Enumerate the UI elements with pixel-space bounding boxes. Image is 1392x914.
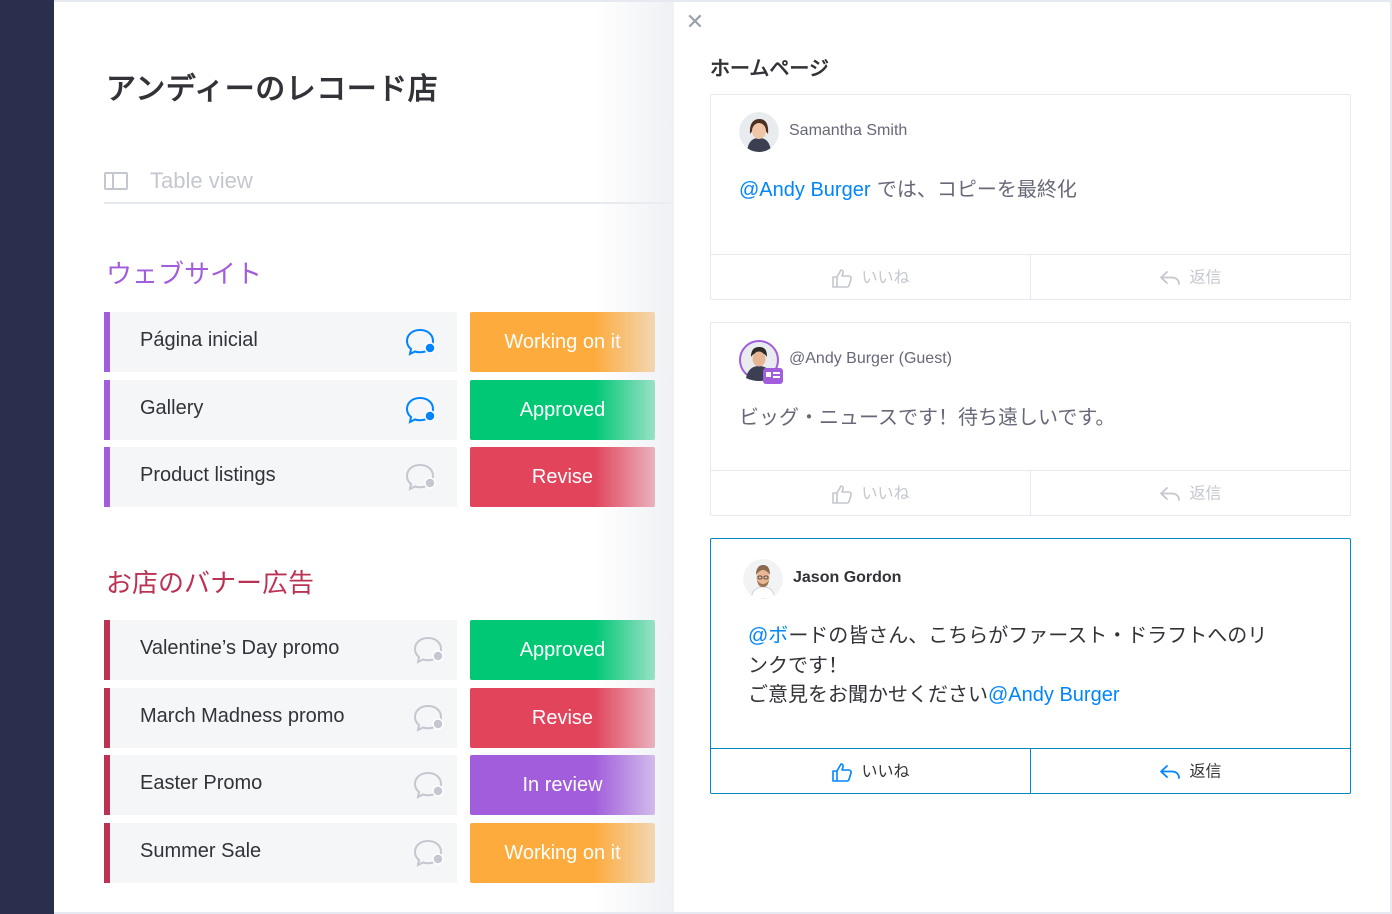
table-row[interactable]: Summer Sale Working on it bbox=[104, 822, 660, 883]
reply-button[interactable]: 返信 bbox=[1030, 749, 1350, 793]
group-title-banner-ads[interactable]: お店のバナー広告 bbox=[106, 563, 314, 600]
updates-bubble-icon[interactable] bbox=[413, 838, 445, 868]
avatar[interactable] bbox=[739, 340, 783, 384]
app-sidebar bbox=[0, 0, 54, 914]
table-view-icon bbox=[104, 172, 128, 190]
updates-bubble-icon[interactable] bbox=[413, 703, 445, 733]
author-name[interactable]: Jason Gordon bbox=[793, 569, 901, 587]
author-name[interactable]: Samantha Smith bbox=[789, 122, 907, 140]
updates-bubble-icon[interactable] bbox=[405, 395, 437, 425]
close-icon[interactable]: ✕ bbox=[684, 12, 706, 34]
item-name-cell[interactable]: Página inicial bbox=[104, 312, 457, 372]
updates-bubble-icon[interactable] bbox=[413, 635, 445, 665]
reply-label: 返信 bbox=[1189, 483, 1222, 503]
updates-panel: ✕ ホームページ Samantha Smith @Andy Burger では、… bbox=[674, 2, 1390, 912]
item-name[interactable]: Summer Sale bbox=[140, 840, 261, 863]
item-name-cell[interactable]: Summer Sale bbox=[104, 822, 457, 883]
reply-button[interactable]: 返信 bbox=[1030, 471, 1350, 515]
updates-bubble-icon[interactable] bbox=[405, 327, 437, 357]
like-button[interactable]: いいね bbox=[711, 255, 1030, 299]
board: アンディーのレコード店 Table view ウェブサイト Página ini… bbox=[54, 2, 674, 912]
item-name[interactable]: Product listings bbox=[140, 464, 276, 487]
view-switcher[interactable]: Table view bbox=[104, 162, 674, 204]
like-label: いいね bbox=[861, 761, 910, 781]
view-label[interactable]: Table view bbox=[150, 168, 253, 194]
update-card: Samantha Smith @Andy Burger では、コピーを最終化 い… bbox=[710, 94, 1351, 300]
update-body: ビッグ・ニュースです！待ち遠しいです。 bbox=[739, 405, 1116, 429]
update-text: では、コピーを最終化 bbox=[870, 177, 1077, 201]
item-name[interactable]: Easter Promo bbox=[140, 772, 262, 795]
table-row[interactable]: Easter Promo In review bbox=[104, 755, 660, 815]
thumbs-up-icon bbox=[832, 268, 853, 288]
update-card: @Andy Burger (Guest) ビッグ・ニュースです！待ち遠しいです。… bbox=[710, 322, 1351, 516]
mention-link[interactable]: @Andy Burger bbox=[739, 179, 870, 201]
item-name[interactable]: Página inicial bbox=[140, 329, 258, 352]
andy-guest-avatar-icon bbox=[739, 340, 783, 384]
avatar[interactable] bbox=[743, 559, 783, 599]
update-card-active: Jason Gordon @ボードの皆さん、こちらがファースト・ドラフトへのリ … bbox=[710, 538, 1351, 794]
group-banner-rows: Valentine’s Day promo Approved March Mad… bbox=[104, 620, 660, 890]
reply-icon bbox=[1160, 486, 1181, 501]
table-row[interactable]: Gallery Approved bbox=[104, 379, 660, 440]
like-button[interactable]: いいね bbox=[711, 749, 1030, 793]
group-website-rows: Página inicial Working on it Gallery App… bbox=[104, 312, 660, 515]
reply-label: 返信 bbox=[1189, 267, 1222, 287]
like-label: いいね bbox=[861, 267, 910, 287]
board-title: アンディーのレコード店 bbox=[106, 72, 439, 107]
panel-title: ホームページ bbox=[710, 56, 829, 80]
like-button[interactable]: いいね bbox=[711, 471, 1030, 515]
updates-bubble-icon[interactable] bbox=[405, 462, 437, 492]
item-name-cell[interactable]: Valentine’s Day promo bbox=[104, 620, 457, 680]
panel-shadow bbox=[594, 2, 674, 912]
reply-icon bbox=[1160, 764, 1181, 779]
update-line-1: @ボードの皆さん、こちらがファースト・ドラフトへのリ bbox=[748, 621, 1267, 651]
table-row[interactable]: March Madness promo Revise bbox=[104, 687, 660, 748]
reply-label: 返信 bbox=[1189, 761, 1222, 781]
update-actions: いいね 返信 bbox=[711, 470, 1350, 515]
mention-link[interactable]: @ボ bbox=[748, 625, 788, 647]
item-name-cell[interactable]: Product listings bbox=[104, 447, 457, 507]
update-line-3: ご意見をお聞かせください@Andy Burger bbox=[748, 680, 1267, 710]
update-body: @ボードの皆さん、こちらがファースト・ドラフトへのリ ンクです！ ご意見をお聞か… bbox=[748, 621, 1267, 710]
item-name[interactable]: March Madness promo bbox=[140, 705, 345, 728]
group-title-website[interactable]: ウェブサイト bbox=[106, 254, 262, 291]
reply-button[interactable]: 返信 bbox=[1030, 255, 1350, 299]
table-row[interactable]: Product listings Revise bbox=[104, 447, 660, 507]
like-label: いいね bbox=[861, 483, 910, 503]
update-actions: いいね 返信 bbox=[711, 748, 1350, 793]
item-name-cell[interactable]: Gallery bbox=[104, 379, 457, 440]
item-name-cell[interactable]: March Madness promo bbox=[104, 687, 457, 748]
samantha-avatar-icon bbox=[739, 112, 779, 152]
reply-icon bbox=[1160, 270, 1181, 285]
item-name[interactable]: Gallery bbox=[140, 397, 203, 420]
table-row[interactable]: Página inicial Working on it bbox=[104, 312, 660, 372]
author-name[interactable]: @Andy Burger (Guest) bbox=[789, 350, 952, 368]
thumbs-up-icon bbox=[832, 762, 853, 782]
update-line-2: ンクです！ bbox=[748, 653, 848, 677]
jason-avatar-icon bbox=[743, 559, 783, 599]
item-name[interactable]: Valentine’s Day promo bbox=[140, 637, 339, 660]
update-text: ご意見をお聞かせください bbox=[748, 682, 988, 706]
mention-link[interactable]: @Andy Burger bbox=[988, 684, 1119, 706]
update-actions: いいね 返信 bbox=[711, 254, 1350, 299]
item-name-cell[interactable]: Easter Promo bbox=[104, 755, 457, 815]
update-text: ードの皆さん、こちらがファースト・ドラフトへのリ bbox=[788, 623, 1268, 647]
avatar[interactable] bbox=[739, 112, 779, 152]
table-row[interactable]: Valentine’s Day promo Approved bbox=[104, 620, 660, 680]
update-body: @Andy Burger では、コピーを最終化 bbox=[739, 175, 1077, 205]
thumbs-up-icon bbox=[832, 484, 853, 504]
updates-bubble-icon[interactable] bbox=[413, 770, 445, 800]
